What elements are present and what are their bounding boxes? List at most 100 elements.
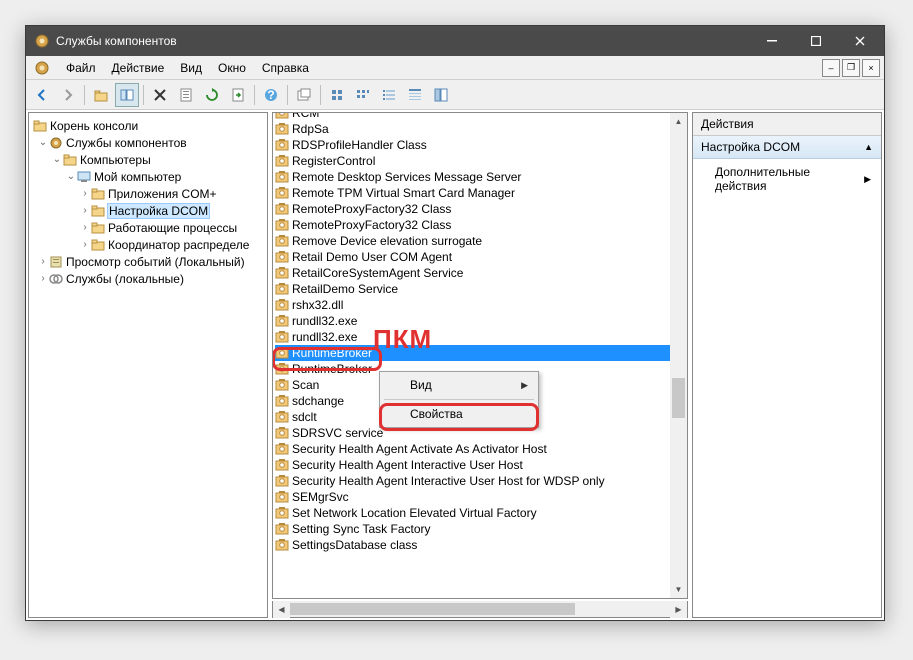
- list-item[interactable]: SettingsDatabase class: [275, 537, 685, 553]
- context-menu-view[interactable]: Вид▶: [382, 374, 536, 396]
- body: Корень консоли ⌄Службы компонентов ⌄Комп…: [26, 110, 884, 620]
- tree-computers[interactable]: ⌄Компьютеры: [31, 151, 265, 168]
- list-item-label: RDSProfileHandler Class: [292, 138, 427, 152]
- nav-back-button[interactable]: [30, 83, 54, 107]
- actions-category[interactable]: Настройка DCOM ▲: [693, 136, 881, 159]
- scroll-track[interactable]: [670, 130, 687, 581]
- close-button[interactable]: [838, 26, 882, 56]
- menu-view[interactable]: Вид: [172, 58, 210, 78]
- window-title: Службы компонентов: [56, 34, 750, 48]
- context-menu-properties[interactable]: Свойства: [382, 403, 536, 425]
- list-item-label: RemoteProxyFactory32 Class: [292, 218, 451, 232]
- delete-button[interactable]: [148, 83, 172, 107]
- list-item-label: RuntimeBroker: [292, 362, 372, 376]
- up-button[interactable]: [89, 83, 113, 107]
- expand-icon[interactable]: ›: [79, 239, 91, 250]
- tree-services[interactable]: ›Службы (локальные): [31, 270, 265, 287]
- console-tree[interactable]: Корень консоли ⌄Службы компонентов ⌄Комп…: [29, 113, 267, 291]
- collapse-icon[interactable]: ⌄: [37, 137, 49, 148]
- list-item[interactable]: RDSProfileHandler Class: [275, 137, 685, 153]
- actions-more[interactable]: Дополнительные действия ▶: [693, 159, 881, 199]
- view-details[interactable]: [403, 83, 427, 107]
- list-item-label: Set Network Location Elevated Virtual Fa…: [292, 506, 537, 520]
- properties-button[interactable]: [174, 83, 198, 107]
- scroll-h-thumb[interactable]: [290, 603, 575, 615]
- list-item[interactable]: rundll32.exe: [275, 329, 685, 345]
- scroll-left-button[interactable]: ◀: [273, 601, 290, 618]
- horizontal-scrollbar[interactable]: ◀ ▶: [272, 601, 688, 618]
- view-large-icons[interactable]: [325, 83, 349, 107]
- list-item[interactable]: RemoteProxyFactory32 Class: [275, 217, 685, 233]
- tree-root[interactable]: Корень консоли: [31, 117, 265, 134]
- list-item[interactable]: RuntimeBroker: [275, 345, 685, 361]
- list-item[interactable]: RetailDemo Service: [275, 281, 685, 297]
- minimize-button[interactable]: [750, 26, 794, 56]
- expand-icon[interactable]: ›: [79, 205, 91, 216]
- list-item[interactable]: Security Health Agent Interactive User H…: [275, 457, 685, 473]
- tree-dcom-config[interactable]: ›Настройка DCOM: [31, 202, 265, 219]
- nav-forward-button[interactable]: [56, 83, 80, 107]
- submenu-arrow-icon: ▶: [864, 174, 871, 185]
- tree-com-apps[interactable]: ›Приложения COM+: [31, 185, 265, 202]
- expand-icon[interactable]: ›: [79, 222, 91, 233]
- list-item[interactable]: Security Health Agent Interactive User H…: [275, 473, 685, 489]
- menu-action[interactable]: Действие: [104, 58, 173, 78]
- dcom-list[interactable]: RCMRdpSa RDSProfileHandler ClassRegisterC…: [273, 113, 687, 598]
- list-item[interactable]: rundll32.exe: [275, 313, 685, 329]
- scroll-thumb[interactable]: [672, 378, 685, 418]
- maximize-button[interactable]: [794, 26, 838, 56]
- list-item[interactable]: Remove Device elevation surrogate: [275, 233, 685, 249]
- list-item[interactable]: Retail Demo User COM Agent: [275, 249, 685, 265]
- list-item[interactable]: RemoteProxyFactory32 Class: [275, 201, 685, 217]
- tree-event-viewer[interactable]: ›Просмотр событий (Локальный): [31, 253, 265, 270]
- menu-separator: [384, 399, 534, 400]
- list-item[interactable]: Remote TPM Virtual Smart Card Manager: [275, 185, 685, 201]
- list-item[interactable]: RegisterControl: [275, 153, 685, 169]
- list-item[interactable]: rshx32.dll: [275, 297, 685, 313]
- actions-pane: Действия Настройка DCOM ▲ Дополнительные…: [692, 112, 882, 618]
- list-item-label: Security Health Agent Activate As Activa…: [292, 442, 547, 456]
- view-list[interactable]: [377, 83, 401, 107]
- list-item[interactable]: RetailCoreSystemAgent Service: [275, 265, 685, 281]
- scroll-down-button[interactable]: ▼: [670, 581, 687, 598]
- expand-icon[interactable]: ›: [37, 273, 49, 284]
- list-item[interactable]: RCM: [275, 113, 685, 121]
- list-item-label: Scan: [292, 378, 319, 392]
- mdi-close[interactable]: ×: [862, 59, 880, 77]
- menu-window[interactable]: Окно: [210, 58, 254, 78]
- list-item[interactable]: Set Network Location Elevated Virtual Fa…: [275, 505, 685, 521]
- list-item[interactable]: RdpSa: [275, 121, 685, 137]
- list-item[interactable]: SEMgrSvc: [275, 489, 685, 505]
- tree-dtc[interactable]: ›Координатор распределе: [31, 236, 265, 253]
- svg-text:?: ?: [267, 88, 274, 102]
- view-extended[interactable]: [429, 83, 453, 107]
- new-window-button[interactable]: [292, 83, 316, 107]
- list-item[interactable]: Setting Sync Task Factory: [275, 521, 685, 537]
- list-item-label: SettingsDatabase class: [292, 538, 417, 552]
- export-button[interactable]: [226, 83, 250, 107]
- menu-file[interactable]: Файл: [58, 58, 104, 78]
- list-item[interactable]: Remote Desktop Services Message Server: [275, 169, 685, 185]
- tree-component-services[interactable]: ⌄Службы компонентов: [31, 134, 265, 151]
- mdi-restore[interactable]: ❐: [842, 59, 860, 77]
- collapse-icon[interactable]: ⌄: [65, 171, 77, 182]
- list-item[interactable]: Security Health Agent Activate As Activa…: [275, 441, 685, 457]
- vertical-scrollbar[interactable]: ▲ ▼: [670, 113, 687, 598]
- collapse-icon[interactable]: ⌄: [51, 154, 63, 165]
- scroll-h-track[interactable]: [290, 601, 670, 617]
- scroll-up-button[interactable]: ▲: [670, 113, 687, 130]
- scroll-right-button[interactable]: ▶: [670, 601, 687, 618]
- list-item-label: Security Health Agent Interactive User H…: [292, 474, 605, 488]
- expand-icon[interactable]: ›: [79, 188, 91, 199]
- list-item-label: RdpSa: [292, 122, 329, 136]
- refresh-button[interactable]: [200, 83, 224, 107]
- mdi-minimize[interactable]: –: [822, 59, 840, 77]
- tree-my-computer[interactable]: ⌄Мой компьютер: [31, 168, 265, 185]
- list-item-label: RetailCoreSystemAgent Service: [292, 266, 463, 280]
- tree-running-processes[interactable]: ›Работающие процессы: [31, 219, 265, 236]
- expand-icon[interactable]: ›: [37, 256, 49, 267]
- help-button[interactable]: ?: [259, 83, 283, 107]
- view-small-icons[interactable]: [351, 83, 375, 107]
- menu-help[interactable]: Справка: [254, 58, 317, 78]
- show-tree-button[interactable]: [115, 83, 139, 107]
